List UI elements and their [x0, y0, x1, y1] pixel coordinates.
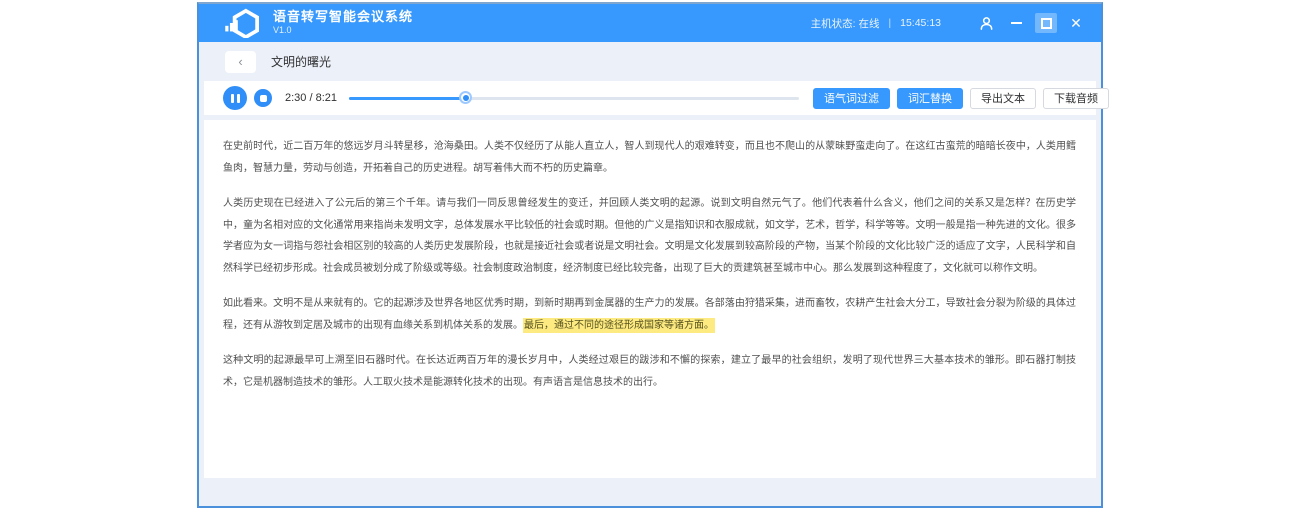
transcript-paragraph: 这种文明的起源最早可上溯至旧石器时代。在长达近两百万年的漫长岁月中，人类经过艰巨…: [223, 350, 1076, 393]
document-title: 文明的曙光: [271, 53, 331, 70]
transcript-panel: 在史前时代，近二百万年的悠远岁月斗转星移，沧海桑田。人类不仅经历了从能人直立人，…: [204, 120, 1096, 478]
filter-filler-words-button[interactable]: 语气词过滤: [813, 88, 890, 109]
pause-button[interactable]: [223, 86, 247, 110]
app-window: 语音转写智能会议系统 V1.0 主机状态: 在线 | 15:45:13: [197, 2, 1103, 508]
back-button[interactable]: ‹: [225, 51, 256, 73]
slider-fill: [349, 97, 466, 100]
transcript-paragraph: 在史前时代，近二百万年的悠远岁月斗转星移，沧海桑田。人类不仅经历了从能人直立人，…: [223, 136, 1076, 179]
player-bar: 2:30 / 8:21 语气词过滤 词汇替换 导出文本 下载音频: [204, 81, 1096, 115]
titlebar-right: 主机状态: 在线 | 15:45:13 ✕: [811, 13, 1087, 33]
app-logo-icon: [225, 8, 263, 38]
stop-icon: [260, 95, 267, 102]
subheader: ‹ 文明的曙光: [199, 42, 1101, 81]
close-icon[interactable]: ✕: [1065, 13, 1087, 33]
time-display: 2:30 / 8:21: [285, 92, 337, 104]
highlighted-text: 最后，通过不同的途径形成国家等诸方面。: [523, 318, 715, 333]
player-actions: 语气词过滤 词汇替换 导出文本 下载音频: [813, 88, 1109, 109]
status-separator: |: [889, 18, 892, 29]
export-text-button[interactable]: 导出文本: [970, 88, 1036, 109]
stop-button[interactable]: [254, 89, 272, 107]
maximize-icon[interactable]: [1035, 13, 1057, 33]
back-chevron-icon: ‹: [238, 55, 242, 68]
app-title-block: 语音转写智能会议系统 V1.0: [273, 10, 413, 35]
transcript-paragraph: 人类历史现在已经进入了公元后的第三个千年。请与我们一同反思曾经发生的变迁，并回顾…: [223, 193, 1076, 279]
replace-words-button[interactable]: 词汇替换: [897, 88, 963, 109]
titlebar: 语音转写智能会议系统 V1.0 主机状态: 在线 | 15:45:13: [199, 4, 1101, 42]
download-audio-button[interactable]: 下载音频: [1043, 88, 1109, 109]
host-status: 主机状态: 在线: [811, 16, 880, 31]
footer-strip: [199, 478, 1101, 506]
clock: 15:45:13: [900, 17, 941, 29]
progress-slider[interactable]: [349, 91, 799, 105]
minimize-icon[interactable]: [1005, 13, 1027, 33]
transcript-paragraph: 如此看来。文明不是从来就有的。它的起源涉及世界各地区优秀时期，到新时期再到金属器…: [223, 293, 1076, 336]
slider-thumb[interactable]: [459, 91, 472, 104]
app-title: 语音转写智能会议系统: [273, 10, 413, 25]
pause-icon: [231, 94, 240, 103]
desktop: 语音转写智能会议系统 V1.0 主机状态: 在线 | 15:45:13: [0, 0, 1300, 512]
app-version: V1.0: [273, 25, 413, 35]
user-icon[interactable]: [975, 13, 997, 33]
window-controls: ✕: [967, 13, 1087, 33]
